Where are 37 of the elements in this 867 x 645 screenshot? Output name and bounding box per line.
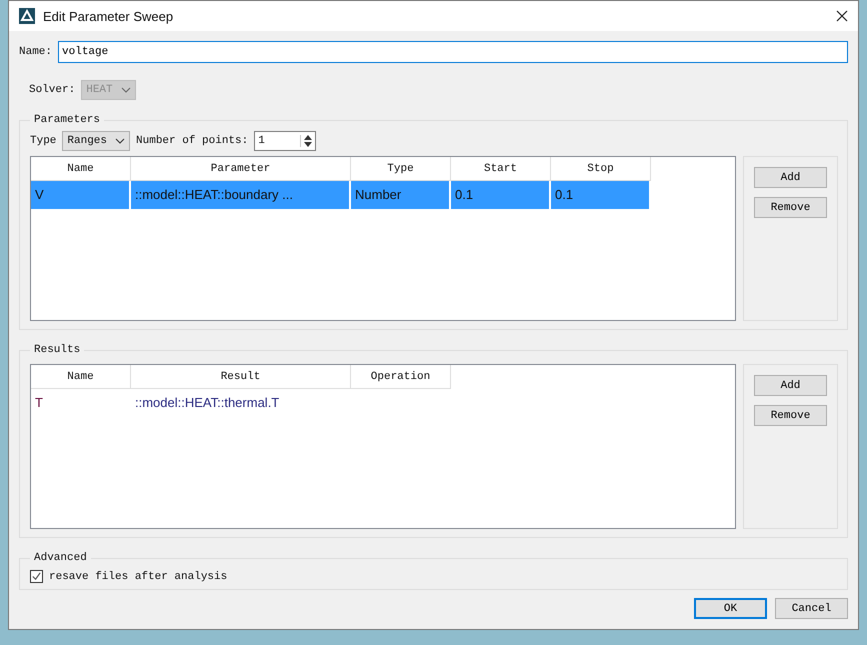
caret-icon xyxy=(115,138,126,144)
points-spinbox[interactable]: 1 xyxy=(254,131,316,151)
checkbox[interactable] xyxy=(30,570,43,583)
close-icon[interactable] xyxy=(836,10,848,22)
table-cell: V xyxy=(31,181,131,209)
name-label: Name: xyxy=(19,46,52,58)
table-cell: 0.1 xyxy=(551,181,651,209)
solver-label: Solver: xyxy=(29,84,76,96)
points-label: Number of points: xyxy=(136,135,248,147)
table-cell-text: ::model::HEAT::thermal.T xyxy=(134,394,280,412)
type-label: Type xyxy=(30,135,56,147)
column-header[interactable]: Operation xyxy=(351,365,451,389)
table-cell: 0.1 xyxy=(451,181,551,209)
window-title: Edit Parameter Sweep xyxy=(43,8,174,24)
group-title: Advanced xyxy=(33,552,88,564)
group-title: Results xyxy=(33,344,82,356)
table-cell: ::model::HEAT::boundary ... xyxy=(131,181,351,209)
side-button[interactable]: Remove xyxy=(754,405,827,426)
side-button[interactable]: Remove xyxy=(754,197,827,218)
type-dropdown[interactable]: Ranges xyxy=(62,131,130,151)
table-cell: Number xyxy=(351,181,451,209)
name-field[interactable]: voltage xyxy=(58,41,848,63)
side-button[interactable]: Add xyxy=(754,375,827,396)
side-button[interactable]: Add xyxy=(754,167,827,188)
ok-button[interactable]: OK xyxy=(694,598,767,619)
table-row[interactable]: T ::model::HEAT::thermal.T xyxy=(31,389,735,417)
caret-icon xyxy=(120,87,131,93)
spin-up-icon[interactable] xyxy=(304,135,312,140)
app-logo-icon xyxy=(19,8,35,24)
group-title: Parameters xyxy=(33,114,102,126)
column-header[interactable]: Result xyxy=(131,365,351,389)
checkbox-label: resave files after analysis xyxy=(49,570,228,582)
table-row[interactable]: V ::model::HEAT::boundary ... Number 0.1 0.1 xyxy=(31,181,735,209)
spin-down-icon[interactable] xyxy=(304,142,312,147)
cancel-button[interactable]: Cancel xyxy=(775,598,848,619)
column-header[interactable]: Name xyxy=(31,365,131,389)
table-cell-text: T xyxy=(34,394,44,412)
